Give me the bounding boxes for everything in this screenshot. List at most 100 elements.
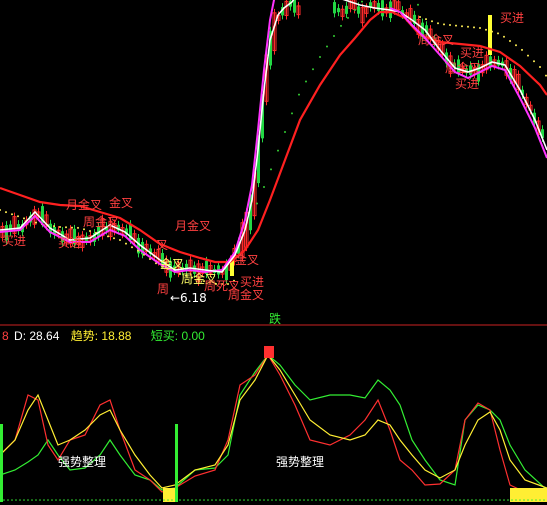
baseline-dot — [11, 499, 13, 501]
baseline-dot — [127, 499, 129, 501]
baseline-dot — [447, 499, 449, 501]
dot — [131, 246, 133, 249]
baseline-dot — [199, 499, 201, 501]
dot — [419, 16, 421, 18]
baseline-dot — [351, 499, 353, 501]
baseline-dot — [355, 499, 357, 501]
dot — [291, 112, 293, 115]
dot — [113, 237, 115, 240]
dot — [263, 186, 265, 188]
dot — [319, 56, 321, 58]
baseline-dot — [219, 499, 221, 501]
candle-body-down — [345, 5, 348, 14]
baseline-dot — [295, 499, 297, 501]
baseline-dot — [223, 499, 225, 501]
baseline-dot — [179, 499, 181, 501]
dot — [305, 80, 307, 83]
dot — [119, 239, 121, 241]
dot — [270, 168, 272, 171]
baseline-dot — [55, 499, 57, 501]
baseline-dot — [279, 499, 281, 501]
baseline-dot — [175, 499, 177, 501]
baseline-dot — [423, 499, 425, 501]
baseline-dot — [367, 499, 369, 501]
indicator-bar-green — [0, 424, 3, 502]
dot — [333, 35, 335, 37]
baseline-dot — [3, 499, 5, 501]
baseline-dot — [163, 499, 165, 501]
baseline-dot — [187, 499, 189, 501]
dot — [0, 209, 1, 211]
dot — [326, 45, 328, 48]
indicator-bar-yellow — [163, 488, 175, 502]
baseline-dot — [535, 499, 537, 501]
baseline-dot — [107, 499, 109, 501]
ma-magenta-line — [0, 0, 276, 274]
baseline-dot — [419, 499, 421, 501]
baseline-dot — [239, 499, 241, 501]
baseline-dot — [479, 499, 481, 501]
baseline-dot — [227, 499, 229, 501]
baseline-dot — [319, 499, 321, 501]
candle-body-down — [337, 8, 340, 13]
baseline-dot — [23, 499, 25, 501]
signal-jincha: 金叉 — [109, 195, 133, 210]
zone-label-2: 强势整理 — [276, 454, 324, 469]
baseline-dot — [251, 499, 253, 501]
baseline-dot — [383, 499, 385, 501]
baseline-dot — [487, 499, 489, 501]
dot — [11, 213, 13, 216]
dot — [515, 44, 517, 47]
baseline-dot — [115, 499, 117, 501]
baseline-dot — [195, 499, 197, 501]
dot — [533, 60, 535, 63]
stock-chart[interactable]: 买进 月金叉 金叉 周金叉 买进 叉 月金叉 金叉 周金叉 周 金叉 买进 周死… — [0, 0, 547, 505]
baseline-dot — [311, 499, 313, 501]
dot — [347, 16, 349, 19]
dot — [354, 9, 356, 11]
indicator-bar-green — [175, 424, 178, 502]
baseline-dot — [539, 499, 541, 501]
baseline-dot — [207, 499, 209, 501]
indicator-panel — [0, 346, 547, 502]
dot — [461, 25, 463, 28]
baseline-dot — [451, 499, 453, 501]
signal-maijin-2: 买进 — [58, 236, 82, 250]
baseline-dot — [507, 499, 509, 501]
baseline-dot — [43, 499, 45, 501]
baseline-dot — [259, 499, 261, 501]
dot — [497, 32, 499, 35]
baseline-dot — [123, 499, 125, 501]
baseline-dot — [255, 499, 257, 501]
signal-maijin-3: 买进 — [240, 275, 264, 289]
baseline-dot — [147, 499, 149, 501]
baseline-dot — [427, 499, 429, 501]
signal-yuejincha: 月金叉 — [66, 197, 102, 212]
baseline-dot — [399, 499, 401, 501]
baseline-dot — [483, 499, 485, 501]
candle-body-down — [357, 6, 360, 14]
baseline-dot — [395, 499, 397, 501]
dot — [340, 24, 342, 27]
baseline-dot — [79, 499, 81, 501]
candle-body-down — [377, 2, 380, 11]
baseline-dot — [363, 499, 365, 501]
signal-maijin-4: 买进 — [500, 11, 524, 25]
baseline-dot — [71, 499, 73, 501]
dot — [35, 221, 37, 224]
baseline-dot — [143, 499, 145, 501]
baseline-dot — [327, 499, 329, 501]
dot — [298, 93, 300, 96]
baseline-dot — [339, 499, 341, 501]
baseline-dot — [243, 499, 245, 501]
baseline-dot — [215, 499, 217, 501]
baseline-dot — [211, 499, 213, 501]
baseline-dot — [119, 499, 121, 501]
baseline-dot — [411, 499, 413, 501]
dot — [107, 235, 109, 238]
dot — [5, 211, 7, 214]
baseline-dot — [103, 499, 105, 501]
baseline-dot — [35, 499, 37, 501]
baseline-dot — [203, 499, 205, 501]
baseline-dot — [379, 499, 381, 501]
